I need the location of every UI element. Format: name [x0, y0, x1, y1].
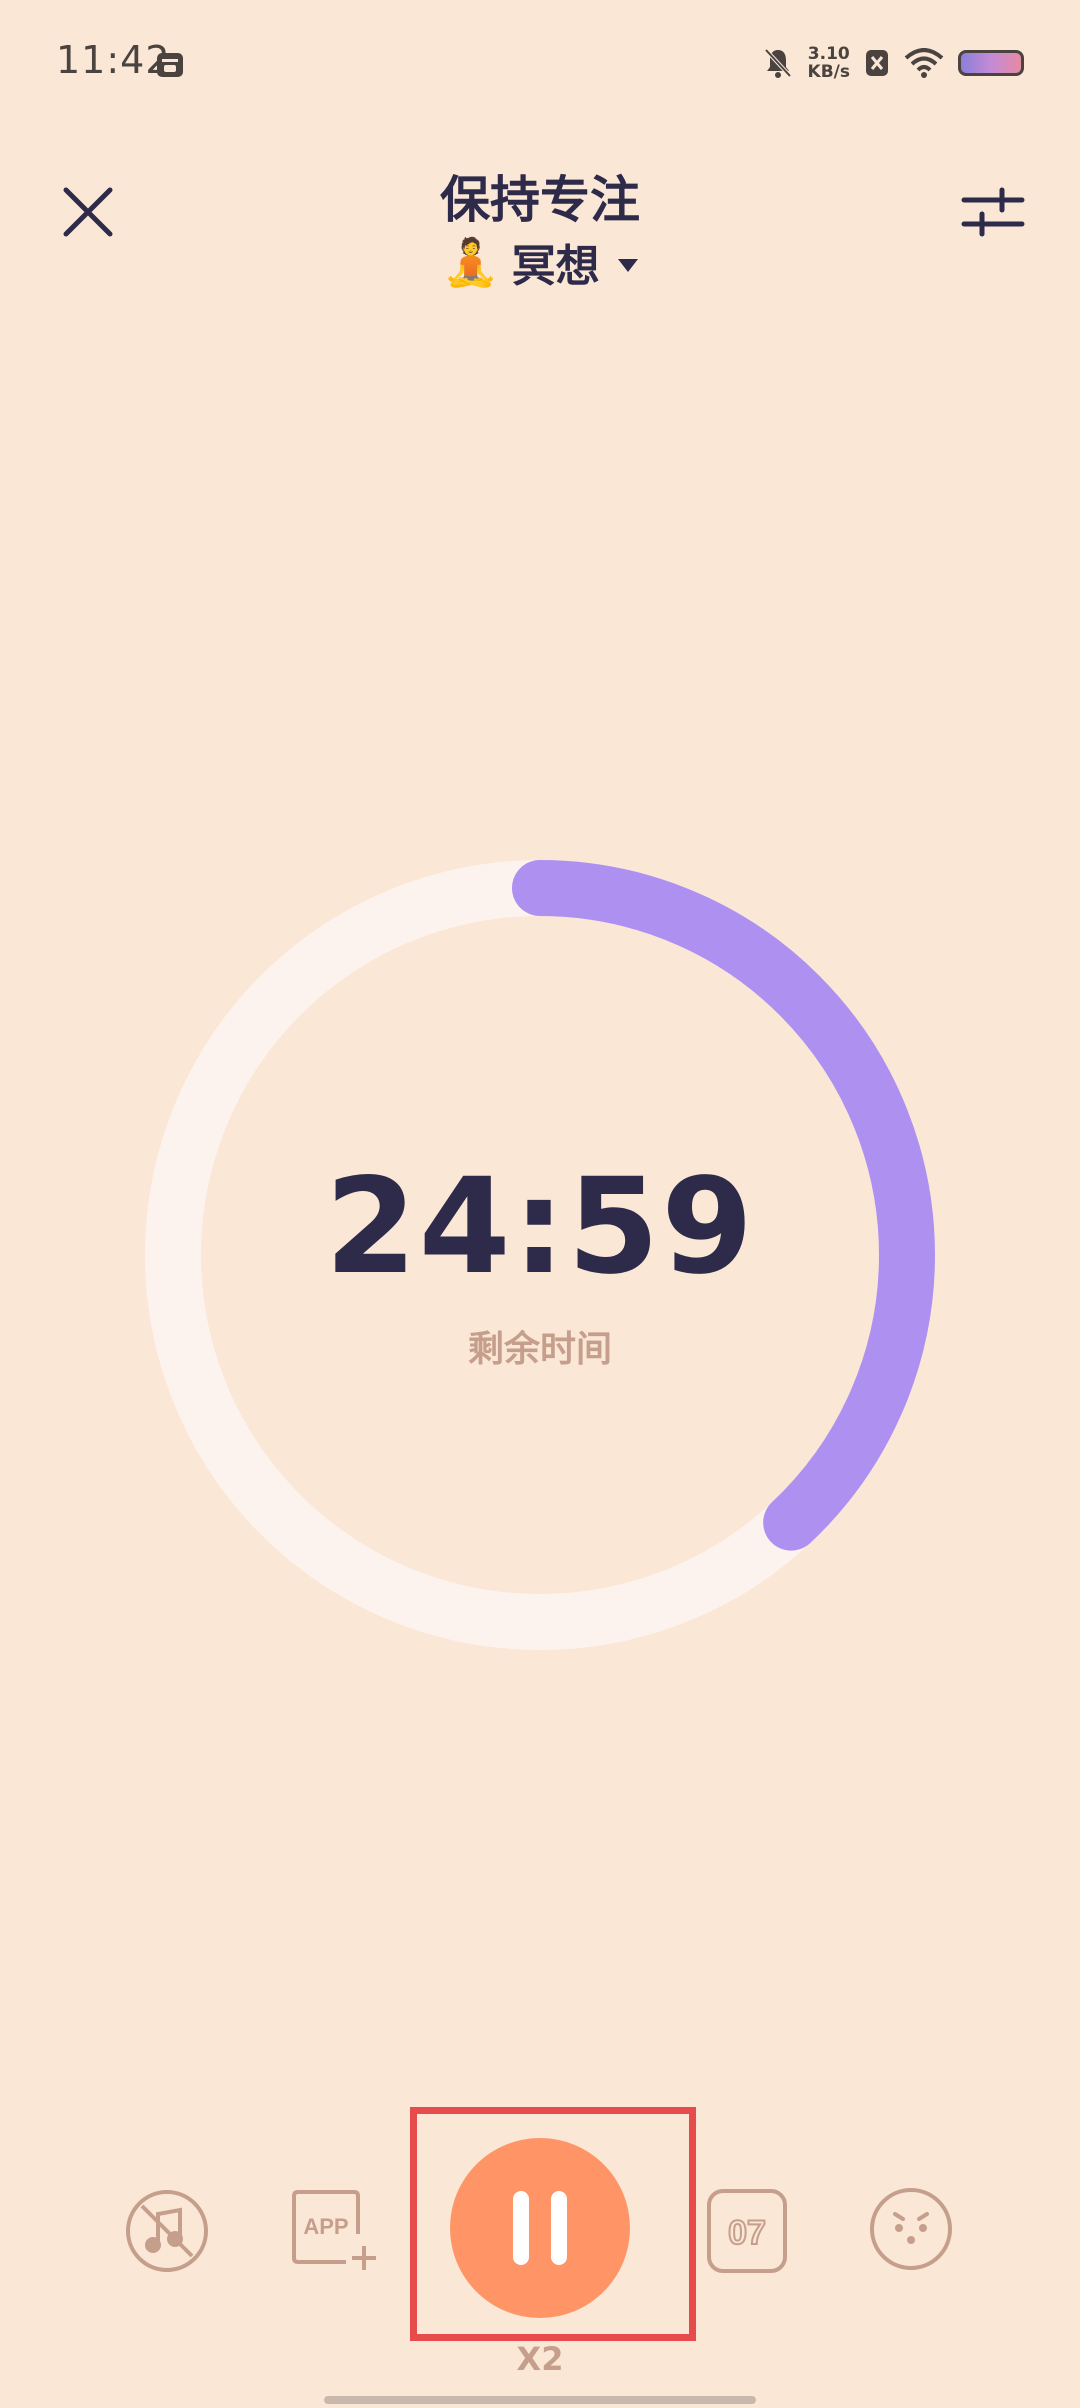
- sliders-icon: [961, 187, 1025, 237]
- speed-label: X2: [516, 2340, 564, 2378]
- app-label: APP: [303, 2214, 348, 2239]
- activity-selector[interactable]: 🧘 冥想: [0, 230, 1080, 294]
- status-time: 11:42: [56, 38, 171, 82]
- network-speed-unit: KB/s: [807, 62, 850, 82]
- date-label: 07: [728, 2214, 766, 2252]
- calendar-07-icon: 07: [707, 2189, 787, 2273]
- caret-down-icon: [617, 258, 638, 272]
- home-indicator[interactable]: [324, 2396, 756, 2404]
- page-title: 保持专注: [440, 171, 640, 229]
- activity-label: 冥想: [511, 241, 600, 292]
- status-bar: 11:42 3.10 KB/s: [0, 0, 1080, 130]
- timer-caption: 剩余时间: [467, 1329, 612, 1370]
- calendar-button[interactable]: 07: [706, 2188, 788, 2274]
- app-add-icon: APP: [292, 2190, 376, 2270]
- network-speed: 3.10 KB/s: [808, 45, 850, 81]
- timer-remaining: 24:59: [324, 1150, 756, 1304]
- sim-x-icon: [866, 50, 888, 76]
- mute-bell-icon: [764, 48, 792, 78]
- music-toggle-button[interactable]: [124, 2188, 210, 2274]
- network-speed-value: 3.10: [807, 44, 850, 64]
- status-right-icons: 3.10 KB/s: [762, 38, 1024, 88]
- wifi-icon: [904, 48, 944, 78]
- notification-app-icon: [157, 53, 183, 77]
- pet-button[interactable]: [868, 2186, 954, 2272]
- meditation-emoji-icon: 🧘: [442, 234, 500, 289]
- pet-face-icon: [870, 2188, 952, 2270]
- app-block-button[interactable]: APP: [290, 2188, 380, 2274]
- music-off-icon: [126, 2190, 208, 2272]
- highlight-box: [410, 2107, 696, 2341]
- battery-icon: [958, 50, 1024, 76]
- settings-button[interactable]: [958, 180, 1028, 244]
